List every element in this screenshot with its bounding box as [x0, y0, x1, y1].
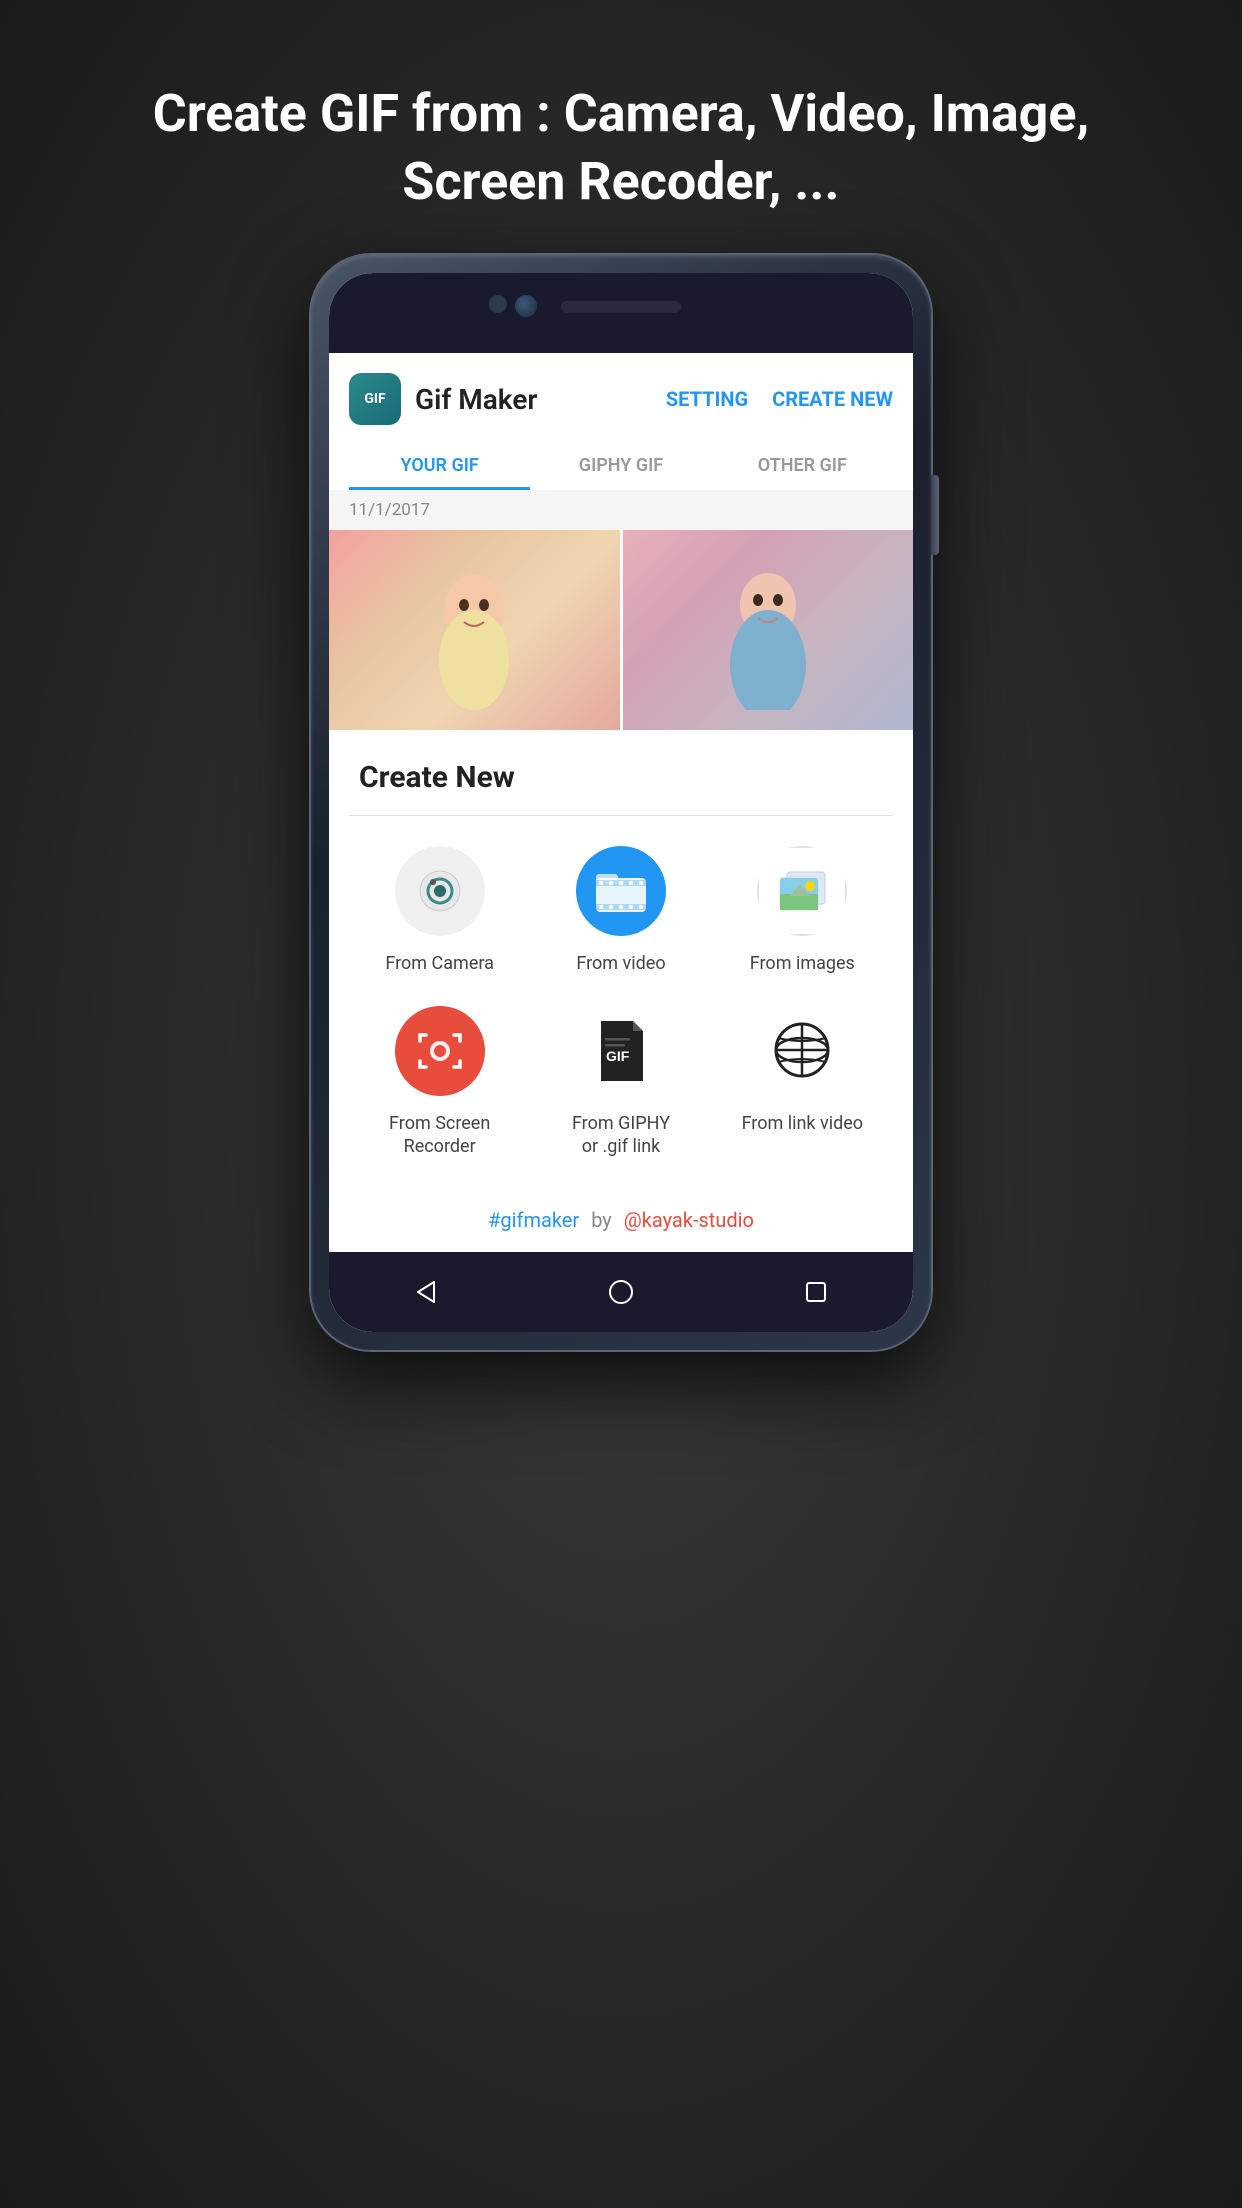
option-camera[interactable]: From Camera [349, 846, 530, 975]
front-camera-area [489, 295, 537, 317]
phone-device: GIF Gif Maker SETTING CREATE NEW YOUR GI… [311, 255, 931, 1350]
gif-grid [329, 530, 913, 730]
video-folder [576, 846, 666, 936]
gif-thumb-2[interactable] [623, 530, 914, 730]
tab-giphy-gif[interactable]: GIPHY GIF [530, 441, 711, 490]
images-icon-wrap [757, 846, 847, 936]
globe-icon [757, 1006, 847, 1096]
phone-speaker [561, 301, 681, 313]
thumb-svg-2 [728, 550, 808, 710]
setting-button[interactable]: SETTING [666, 387, 748, 411]
nav-back-button[interactable] [408, 1274, 444, 1310]
create-new-button[interactable]: CREATE NEW [772, 387, 893, 411]
svg-text:GIF: GIF [606, 1048, 630, 1064]
back-icon [412, 1278, 440, 1306]
recents-icon [802, 1278, 830, 1306]
thumb-svg-1 [434, 550, 514, 710]
camera-icon-wrap [395, 846, 485, 936]
option-images[interactable]: From images [712, 846, 893, 975]
create-new-sheet: Create New [329, 730, 913, 1252]
link-video-label: From link video [742, 1112, 864, 1135]
gif-thumb-1[interactable] [329, 530, 620, 730]
camera-icon [411, 862, 469, 920]
create-new-title: Create New [329, 730, 913, 815]
app-logo-text: GIF [364, 391, 385, 407]
app-header: GIF Gif Maker SETTING CREATE NEW YOUR GI… [329, 353, 913, 490]
app-tabs: YOUR GIF GIPHY GIF OTHER GIF [349, 441, 893, 490]
option-giphy[interactable]: GIF From GIPHYor .gif link [530, 1006, 711, 1159]
phone-outer-shell: GIF Gif Maker SETTING CREATE NEW YOUR GI… [311, 255, 931, 1350]
footer-by: by [591, 1208, 612, 1232]
video-label: From video [576, 952, 665, 975]
gif-image-1 [329, 530, 620, 730]
gif-image-2 [623, 530, 914, 730]
screen-rec-svg [410, 1021, 470, 1081]
phone-top-bezel [329, 273, 913, 353]
options-grid: From Camera [329, 816, 913, 1188]
option-link-video[interactable]: From link video [712, 1006, 893, 1159]
screen-recorder-icon-wrap [395, 1006, 485, 1096]
app-logo: GIF [349, 373, 401, 425]
nav-recents-button[interactable] [798, 1274, 834, 1310]
camera-label: From Camera [385, 952, 494, 975]
phone-bottom-nav [329, 1252, 913, 1332]
footer-hashtag: #gifmaker [488, 1208, 579, 1232]
video-icon-wrap [576, 846, 666, 936]
globe-svg [770, 1018, 835, 1083]
app-screen: GIF Gif Maker SETTING CREATE NEW YOUR GI… [329, 353, 913, 1252]
gif-link-icon-wrap: GIF [576, 1006, 666, 1096]
gif-file-icon: GIF [576, 1006, 666, 1096]
gif-file-svg: GIF [591, 1016, 651, 1086]
images-label: From images [750, 952, 855, 975]
front-camera-dot [515, 295, 537, 317]
sensor-dot [489, 295, 507, 313]
home-icon [607, 1278, 635, 1306]
globe-icon-wrap [757, 1006, 847, 1096]
nav-home-button[interactable] [603, 1274, 639, 1310]
images-icon [772, 864, 832, 919]
images-folder [757, 846, 847, 936]
tab-your-gif[interactable]: YOUR GIF [349, 441, 530, 490]
screen-recorder-icon [395, 1006, 485, 1096]
app-title: Gif Maker [415, 383, 642, 416]
date-label: 11/1/2017 [329, 490, 913, 530]
app-header-top: GIF Gif Maker SETTING CREATE NEW [349, 373, 893, 425]
option-video[interactable]: From video [530, 846, 711, 975]
giphy-label: From GIPHYor .gif link [572, 1112, 670, 1159]
phone-screen: GIF Gif Maker SETTING CREATE NEW YOUR GI… [329, 273, 913, 1332]
footer-studio: @kayak-studio [624, 1208, 754, 1232]
headline: Create GIF from : Camera, Video, Image, … [0, 0, 1242, 255]
tab-other-gif[interactable]: OTHER GIF [712, 441, 893, 490]
create-new-footer: #gifmaker by @kayak-studio [329, 1188, 913, 1252]
headline-prefix: Create GIF from : [153, 83, 564, 144]
video-folder-icon [591, 866, 651, 916]
option-screen-recorder[interactable]: From ScreenRecorder [349, 1006, 530, 1159]
screen-recorder-label: From ScreenRecorder [389, 1112, 490, 1159]
